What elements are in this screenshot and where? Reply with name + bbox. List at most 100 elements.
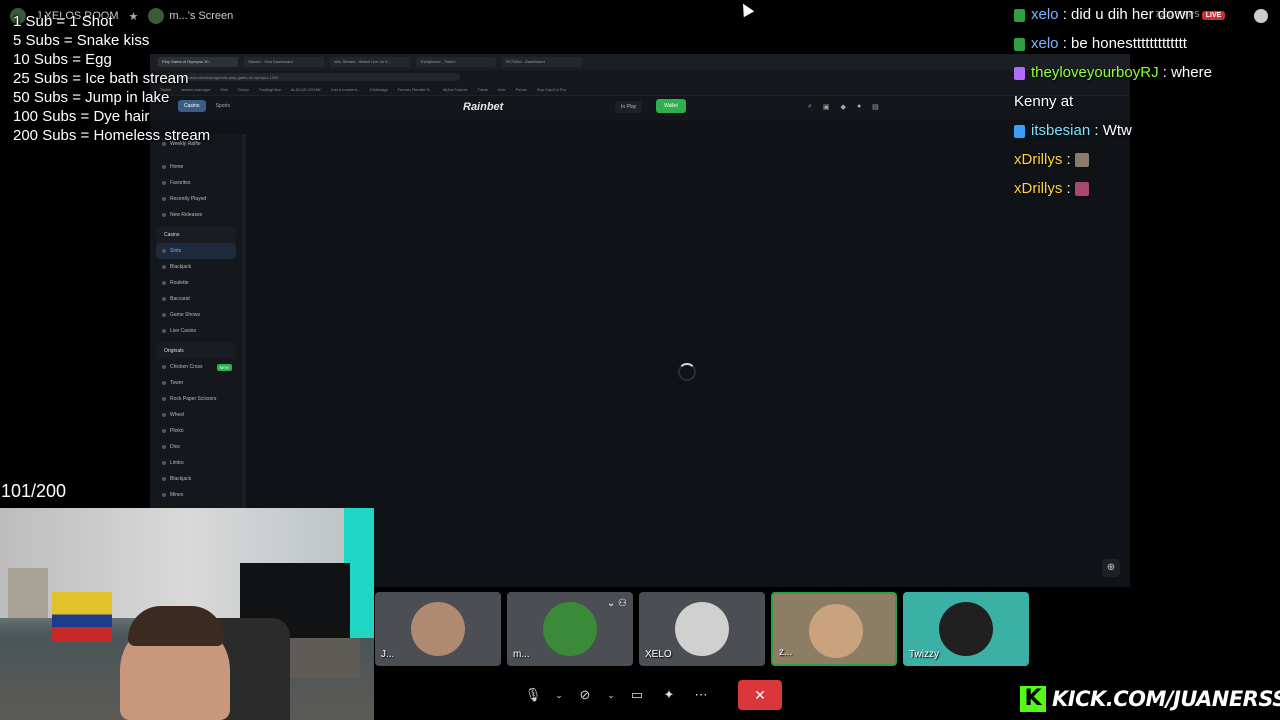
chevron-down-icon[interactable]: ⌄	[552, 682, 566, 708]
sidebar-item-wheel[interactable]: Wheel	[156, 407, 236, 423]
bookmark[interactable]: Perms	[516, 87, 528, 92]
bookmark[interactable]: Kick	[220, 87, 228, 92]
bookmark[interactable]: Buy CapCut Pro	[537, 87, 566, 92]
subs-goal-line: 10 Subs = Egg	[13, 51, 112, 68]
sidebar-group-casino[interactable]: Casino	[156, 227, 236, 243]
sparkle-icon	[162, 213, 166, 217]
sidebar-item-mines[interactable]: Mines	[156, 487, 236, 503]
hand-icon	[162, 397, 166, 401]
notification-icon[interactable]: ◆	[841, 103, 846, 111]
sidebar-item-label: New Releases	[170, 212, 203, 218]
sidebar-item-dice[interactable]: Dice	[156, 439, 236, 455]
emote-icon	[1074, 153, 1089, 168]
chat-username: xDrillys	[1014, 151, 1063, 168]
sidebar-item-blackjack[interactable]: Blackjack	[156, 259, 236, 275]
chat-message: itsbesian : Wtw	[1014, 116, 1280, 145]
chat-username: xelo	[1031, 35, 1059, 52]
subs-goal-line: 1 Sub = 1 Shot	[13, 13, 113, 30]
microphone-icon[interactable]: 🎙	[520, 682, 546, 708]
sidebar-item-baccarat[interactable]: Baccarat	[156, 291, 236, 307]
subs-goal-line: 25 Subs = Ice bath stream	[13, 70, 189, 87]
bookmark[interactable]: Kickbrags	[370, 87, 388, 92]
baccarat-icon	[162, 297, 166, 301]
bookmark[interactable]: TradingView	[259, 87, 281, 92]
sidebar-group-originals[interactable]: Originals	[156, 343, 236, 359]
live-icon	[162, 329, 166, 333]
gift-icon[interactable]: ▣	[823, 103, 830, 111]
bookmark[interactable]: Just a moment...	[331, 87, 361, 92]
screen-share-icon[interactable]: ▭	[624, 682, 650, 708]
cards-icon	[162, 477, 166, 481]
participant-name: m...	[513, 649, 530, 660]
site-logo[interactable]: Rainbet	[463, 101, 503, 113]
hangup-button[interactable]: ✕	[738, 680, 782, 710]
participant-tile-speaking[interactable]: z...	[771, 592, 897, 666]
chevron-down-icon[interactable]: ⌄	[604, 682, 618, 708]
sidebar-item-label: Slots	[170, 248, 182, 254]
participant-tile[interactable]: J...	[375, 592, 501, 666]
sidebar-scrollbar[interactable]	[242, 134, 246, 514]
bookmark[interactable]: Kick	[498, 87, 506, 92]
sidebar-item-game-shows[interactable]: Game Shows	[156, 307, 236, 323]
chat-badge-icon	[1014, 124, 1025, 138]
hangup-icon: ✕	[754, 686, 766, 703]
sidebar-item-label: Recently Played	[170, 196, 207, 202]
browser-tab[interactable]: Stream - Kick Dashboard	[244, 57, 324, 67]
participant-tile[interactable]: Twizzy	[903, 592, 1029, 666]
bookmark[interactable]: Dump	[238, 87, 249, 92]
wallet-button[interactable]: Wallet	[656, 99, 686, 113]
bookmark[interactable]: Trade	[478, 87, 488, 92]
activities-icon[interactable]: ✦	[656, 682, 682, 708]
sidebar-item-favorites[interactable]: Favorites	[156, 175, 236, 191]
bookmarks-bar: Twitch stream manager Kick Dump TradingV…	[150, 84, 1130, 96]
participant-name: J...	[381, 649, 395, 660]
loading-spinner-icon	[678, 363, 696, 381]
call-controls: 🎙 ⌄ ⊘ ⌄ ▭ ✦ ⋯ ✕	[520, 680, 782, 710]
participant-tile[interactable]: m... ⌄ ⚇	[507, 592, 633, 666]
chat-message: theyloveyourboyRJ : where	[1014, 58, 1280, 87]
bookmark[interactable]: ALDCAD GSHW	[291, 87, 321, 92]
sidebar-item-limbo[interactable]: Limbo	[156, 455, 236, 471]
browser-tab[interactable]: Thellybrave - Twitch	[416, 57, 496, 67]
sidebar-item-chicken-cross[interactable]: Chicken Cross NEW	[156, 359, 236, 375]
camera-off-icon[interactable]: ⊘	[572, 682, 598, 708]
sidebar-item-live-casino[interactable]: Live Casino	[156, 323, 236, 339]
kick-logo-icon: K	[1020, 686, 1046, 712]
subs-goals-overlay: 1 Sub = 1 Shot 5 Subs = Snake kiss 10 Su…	[13, 12, 210, 145]
participant-menu-icon[interactable]: ⌄ ⚇	[607, 598, 627, 609]
chat-icon[interactable]: ▤	[872, 103, 879, 111]
sidebar-item-blackjack-original[interactable]: Blackjack	[156, 471, 236, 487]
sports-tab[interactable]: Sports	[210, 100, 236, 112]
sidebar-item-slots[interactable]: Slots	[156, 243, 236, 259]
browser-tab[interactable]: xelo Stream - Watch Live on K...	[330, 57, 410, 67]
sidebar-item-home[interactable]: Home	[156, 159, 236, 175]
more-icon[interactable]: ⋯	[688, 682, 714, 708]
sidebar-item-roulette[interactable]: Roulette	[156, 275, 236, 291]
bookmark[interactable]: Alpha Futures	[443, 87, 468, 92]
webcam-desk	[290, 638, 360, 678]
bookmark[interactable]: Formex Render N...	[398, 87, 433, 92]
browser-tab[interactable]: RCTsKid - Dashboard	[502, 57, 582, 67]
site-header: Casino Sports Rainbet In Play Wallet ⌕ ▣…	[150, 96, 1130, 120]
participant-tile[interactable]: XELO	[639, 592, 765, 666]
dice-icon	[162, 445, 166, 449]
sidebar-item-label: Plinko	[170, 428, 184, 434]
chat-badge-icon	[1014, 66, 1025, 80]
sidebar-item-rock-paper-scissors[interactable]: Rock Paper Scissors	[156, 391, 236, 407]
search-icon[interactable]: ⌕	[808, 103, 812, 111]
sidebar-item-plinko[interactable]: Plinko	[156, 423, 236, 439]
sidebar-item-label: Tower	[170, 380, 184, 386]
zoom-icon[interactable]: ⊕	[1102, 559, 1120, 577]
sidebar-item-label: Wheel	[170, 412, 185, 418]
home-icon	[162, 165, 166, 169]
user-icon[interactable]: ●	[857, 103, 861, 111]
participant-name: XELO	[645, 649, 672, 660]
sidebar-item-label: Roulette	[170, 280, 189, 286]
chat-text: Wtw	[1102, 122, 1132, 139]
mine-icon	[162, 493, 166, 497]
sidebar-item-recently-played[interactable]: Recently Played	[156, 191, 236, 207]
kick-banner: K KICK.COM/JUANERSSS	[1020, 686, 1280, 712]
sidebar-item-tower[interactable]: Tower	[156, 375, 236, 391]
sidebar-item-new-releases[interactable]: New Releases	[156, 207, 236, 223]
inplay-button[interactable]: In Play	[615, 101, 643, 113]
